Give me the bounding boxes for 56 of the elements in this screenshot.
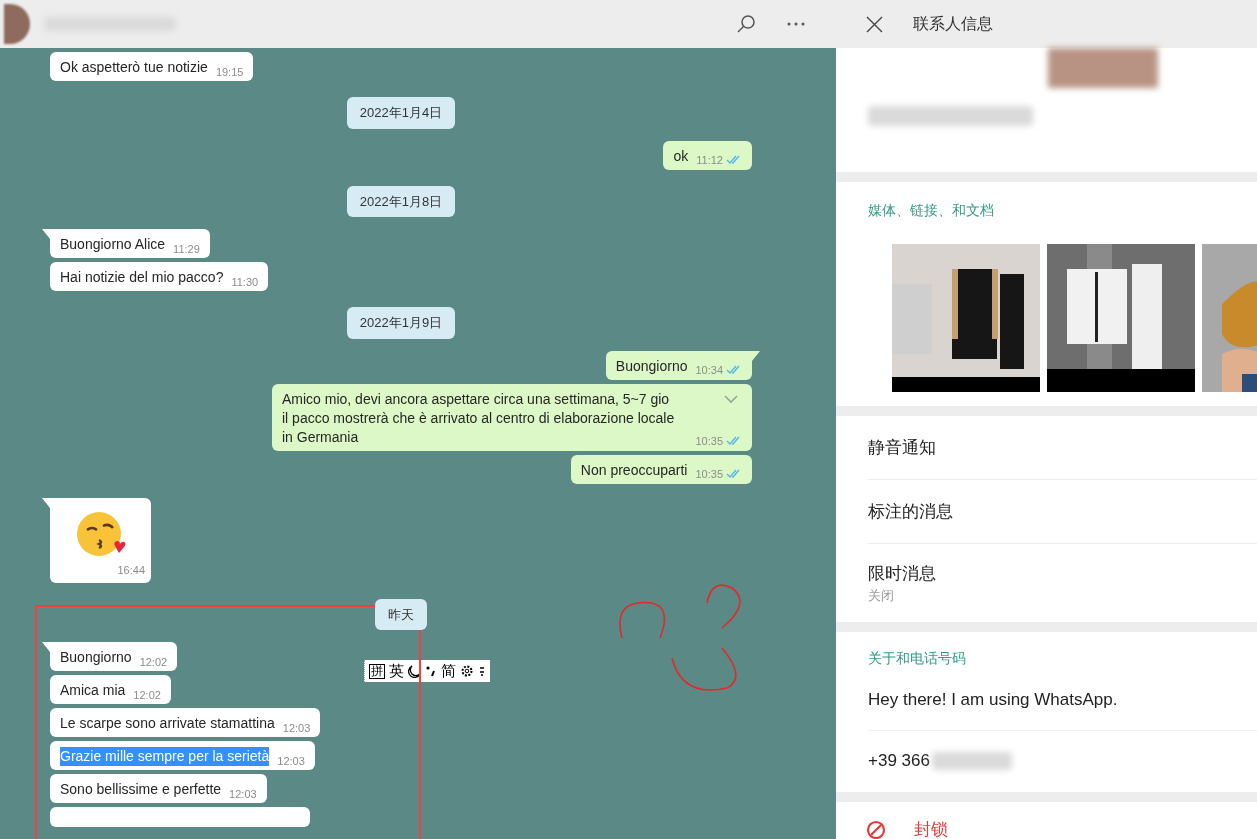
message-text: Buongiorno bbox=[60, 648, 132, 667]
avatar bbox=[4, 4, 30, 44]
section-title: 媒体、链接、和文档 bbox=[867, 201, 995, 220]
more-icon[interactable] bbox=[786, 21, 806, 27]
search-icon[interactable] bbox=[736, 14, 756, 34]
message-text: Hai notizie del mio pacco? bbox=[60, 268, 224, 287]
message-time: 12:03 bbox=[229, 786, 257, 802]
message-time: 11:30 bbox=[231, 274, 259, 290]
settings-item[interactable]: 限时消息 关闭 bbox=[868, 544, 1257, 622]
moon-icon[interactable] bbox=[408, 664, 421, 678]
settings-label: 静音通知 bbox=[868, 436, 937, 459]
message-text: Le scarpe sono arrivate stamattina bbox=[60, 714, 275, 733]
ime-script-key[interactable]: 简 bbox=[441, 659, 456, 683]
message-time: 10:35 bbox=[695, 434, 723, 449]
message-text: Grazie mille sempre per la serietà bbox=[60, 747, 270, 766]
block-item[interactable]: 封锁 bbox=[836, 802, 1257, 839]
message-time: 10:34 bbox=[695, 363, 723, 378]
settings-item[interactable]: 静音通知 bbox=[868, 416, 1257, 480]
settings-value: 关闭 bbox=[868, 587, 895, 605]
message-text: Amica mia bbox=[60, 681, 126, 700]
message-text: ok bbox=[673, 146, 689, 166]
message-text: Ok aspetterò tue notizie bbox=[60, 58, 208, 77]
message-text: Buongiorno Alice bbox=[60, 235, 166, 254]
panel-title: 联系人信息 bbox=[913, 14, 993, 34]
message-time: 11:29 bbox=[173, 241, 200, 257]
date-chip: 2022年1月8日 bbox=[346, 185, 456, 217]
block-label: 封锁 bbox=[914, 820, 948, 839]
settings-label: 限时消息 bbox=[868, 562, 937, 585]
section-title: 关于和电话号码 bbox=[867, 649, 967, 668]
close-icon[interactable] bbox=[866, 15, 883, 33]
ime-language-key[interactable]: 英 bbox=[389, 659, 404, 683]
block-icon bbox=[866, 820, 886, 839]
message-time: 12:03 bbox=[282, 720, 311, 736]
message-time: 16:44 bbox=[117, 562, 145, 578]
message-time: 11:12 bbox=[696, 153, 723, 168]
message-time: 12:02 bbox=[133, 687, 161, 703]
date-chip: 2022年1月9日 bbox=[346, 307, 456, 339]
message-time: 12:02 bbox=[139, 654, 168, 670]
date-chip: 昨天 bbox=[375, 598, 427, 630]
phone-number: +39 366 bbox=[868, 750, 930, 773]
message-time: 12:03 bbox=[277, 753, 305, 769]
menu-icon[interactable] bbox=[478, 665, 486, 677]
punctuation-icon[interactable] bbox=[425, 664, 437, 678]
message-text: il pacco mostrerà che è arrivato al centro di elaborazione locale in Germania bbox=[282, 408, 676, 447]
message-text: Non preoccuparti bbox=[580, 460, 688, 480]
date-chip: 2022年1月4日 bbox=[346, 97, 456, 129]
message-time: 10:35 bbox=[695, 467, 723, 482]
settings-label: 标注的消息 bbox=[868, 500, 954, 523]
settings-icon[interactable] bbox=[460, 664, 474, 678]
message-text: Amico mio, devi ancora aspettare circa una settimana, 5~7 gio bbox=[282, 389, 671, 409]
about-status: Hey there! I am using WhatsApp. bbox=[868, 688, 1118, 711]
message-time: 19:15 bbox=[215, 64, 244, 80]
message-text: Sono bellissime e perfette bbox=[60, 780, 222, 799]
message-text: Buongiorno bbox=[615, 356, 688, 376]
ime-mode-key[interactable]: 拼 bbox=[369, 663, 385, 679]
settings-item[interactable]: 标注的消息 bbox=[868, 480, 1257, 544]
